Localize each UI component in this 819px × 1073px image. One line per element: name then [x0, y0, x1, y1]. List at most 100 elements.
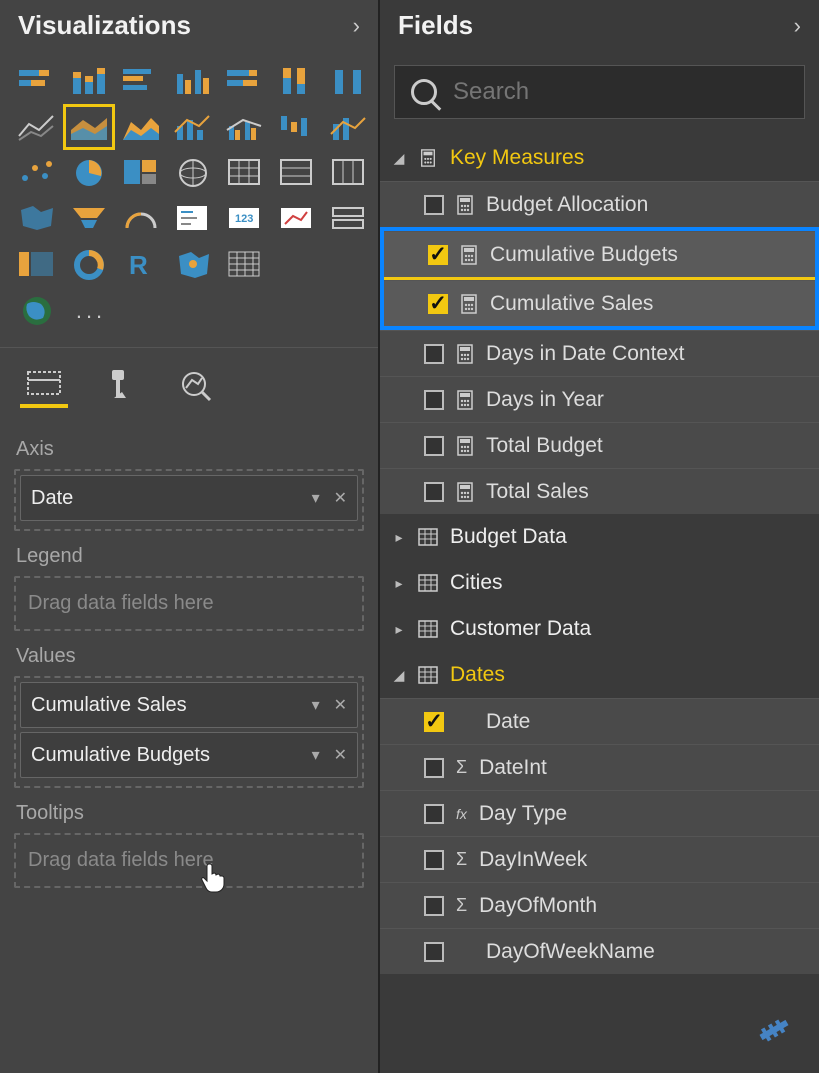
field-checkbox[interactable] — [424, 390, 444, 410]
viz-import-custom-icon[interactable]: ... — [66, 291, 112, 331]
viz-matrix-icon[interactable] — [274, 153, 320, 193]
viz-globe-icon[interactable] — [14, 291, 60, 331]
chip-dropdown-icon[interactable]: ▾ — [312, 695, 320, 715]
viz-donut-icon[interactable] — [66, 245, 112, 285]
viz-scatter-icon[interactable] — [14, 153, 60, 193]
viz-100-stacked-column-icon[interactable] — [274, 61, 320, 101]
field-checkbox[interactable] — [424, 195, 444, 215]
field-checkbox[interactable] — [424, 850, 444, 870]
field-checkbox[interactable] — [424, 758, 444, 778]
field-days-in-year[interactable]: Days in Year — [380, 376, 819, 422]
field-checkbox[interactable] — [424, 482, 444, 502]
analytics-tab[interactable] — [172, 362, 220, 408]
tooltips-well[interactable]: Drag data fields here — [14, 833, 364, 888]
viz-shape-map-icon[interactable] — [14, 199, 60, 239]
field-dayofweekname[interactable]: DayOfWeekName — [380, 928, 819, 974]
viz-card-icon[interactable]: 123 — [222, 199, 268, 239]
table-customer-data[interactable]: ▸Customer Data — [380, 606, 819, 652]
tooltips-well-label: Tooltips — [16, 802, 364, 825]
measure-icon — [456, 344, 474, 364]
viz-stacked-bar-icon[interactable] — [14, 61, 60, 101]
field-label: Date — [486, 710, 530, 734]
viz-waterfall-icon[interactable] — [274, 107, 320, 147]
field-label: Days in Date Context — [486, 342, 684, 366]
field-checkbox[interactable] — [424, 804, 444, 824]
viz-multirow-card-icon[interactable] — [170, 199, 216, 239]
viz-clustered-bar-icon[interactable] — [118, 61, 164, 101]
collapse-fields-icon[interactable]: › — [794, 13, 801, 39]
field-dayinweek[interactable]: ΣDayInWeek — [380, 836, 819, 882]
field-checkbox[interactable] — [424, 436, 444, 456]
table-budget-data[interactable]: ▸Budget Data — [380, 514, 819, 560]
field-cumulative-sales[interactable]: ✓Cumulative Sales — [384, 280, 815, 326]
chip-remove-icon[interactable]: ✕ — [334, 488, 347, 508]
values-well[interactable]: Cumulative Sales ▾✕ Cumulative Budgets ▾… — [14, 676, 364, 788]
axis-chip[interactable]: Date ▾✕ — [20, 475, 358, 521]
field-dayofmonth[interactable]: ΣDayOfMonth — [380, 882, 819, 928]
chip-remove-icon[interactable]: ✕ — [334, 745, 347, 765]
viz-combo-icon[interactable] — [326, 107, 372, 147]
values-chip-0[interactable]: Cumulative Sales ▾✕ — [20, 682, 358, 728]
viz-funnel-icon[interactable] — [66, 199, 112, 239]
field-label: DayInWeek — [479, 848, 587, 872]
field-dateint[interactable]: ΣDateInt — [380, 744, 819, 790]
viz-line-icon[interactable] — [14, 107, 60, 147]
fx-icon: fx — [456, 806, 467, 822]
viz-stacked-column-icon[interactable] — [66, 61, 112, 101]
measure-icon — [456, 390, 474, 410]
viz-ribbon-icon[interactable] — [326, 61, 372, 101]
values-chip-1[interactable]: Cumulative Budgets ▾✕ — [20, 732, 358, 778]
chip-remove-icon[interactable]: ✕ — [334, 695, 347, 715]
caret-down-icon: ◢ — [392, 667, 406, 684]
viz-clustered-column-icon[interactable] — [170, 61, 216, 101]
field-day-type[interactable]: fx Day Type — [380, 790, 819, 836]
viz-arcgis-icon[interactable] — [170, 245, 216, 285]
field-total-sales[interactable]: Total Sales — [380, 468, 819, 514]
field-date[interactable]: ✓ Date — [380, 698, 819, 744]
viz-gauge-icon[interactable] — [118, 199, 164, 239]
field-checkbox[interactable]: ✓ — [424, 712, 444, 732]
field-checkbox[interactable]: ✓ — [428, 245, 448, 265]
viz-pie-icon[interactable] — [66, 153, 112, 193]
field-cumulative-budgets[interactable]: ✓Cumulative Budgets — [384, 231, 815, 277]
viz-100-stacked-bar-icon[interactable] — [222, 61, 268, 101]
viz-line-stacked-column-icon[interactable] — [170, 107, 216, 147]
viz-table-icon[interactable] — [222, 153, 268, 193]
viz-donut-kpi-icon[interactable] — [14, 245, 60, 285]
collapse-visualizations-icon[interactable]: › — [353, 13, 360, 39]
viz-slicer-icon[interactable] — [326, 199, 372, 239]
legend-well[interactable]: Drag data fields here — [14, 576, 364, 631]
field-budget-allocation[interactable]: Budget Allocation — [380, 181, 819, 227]
viz-stacked-area-icon[interactable] — [118, 107, 164, 147]
fields-search-input[interactable] — [453, 78, 788, 106]
axis-well[interactable]: Date ▾✕ — [14, 469, 364, 531]
viz-map-icon[interactable] — [170, 153, 216, 193]
measure-icon — [456, 195, 474, 215]
viz-filled-map-icon[interactable] — [326, 153, 372, 193]
field-checkbox[interactable] — [424, 942, 444, 962]
viz-table2-icon[interactable] — [222, 245, 268, 285]
viz-treemap-icon[interactable] — [118, 153, 164, 193]
field-checkbox[interactable] — [424, 344, 444, 364]
fields-tab[interactable] — [20, 362, 68, 408]
field-checkbox[interactable] — [424, 896, 444, 916]
table-dates[interactable]: ◢Dates — [380, 652, 819, 698]
viz-line-clustered-column-icon[interactable] — [222, 107, 268, 147]
viz-r-script-icon[interactable]: R — [118, 245, 164, 285]
chip-dropdown-icon[interactable]: ▾ — [312, 488, 320, 508]
table-cities[interactable]: ▸Cities — [380, 560, 819, 606]
fields-search-box[interactable] — [394, 65, 805, 119]
fields-panel: Fields › ◢Key MeasuresBudget Allocation✓… — [378, 0, 819, 1073]
format-tab[interactable] — [96, 362, 144, 408]
field-days-in-date-context[interactable]: Days in Date Context — [380, 330, 819, 376]
viz-kpi-icon[interactable] — [274, 199, 320, 239]
field-label: Day Type — [479, 802, 567, 826]
field-checkbox[interactable]: ✓ — [428, 294, 448, 314]
table-key-measures[interactable]: ◢Key Measures — [380, 135, 819, 181]
caret-down-icon: ◢ — [392, 150, 406, 167]
caret-right-icon: ▸ — [392, 529, 406, 546]
chip-dropdown-icon[interactable]: ▾ — [312, 745, 320, 765]
viz-area-icon[interactable] — [66, 107, 112, 147]
field-total-budget[interactable]: Total Budget — [380, 422, 819, 468]
fields-header: Fields › — [380, 0, 819, 61]
